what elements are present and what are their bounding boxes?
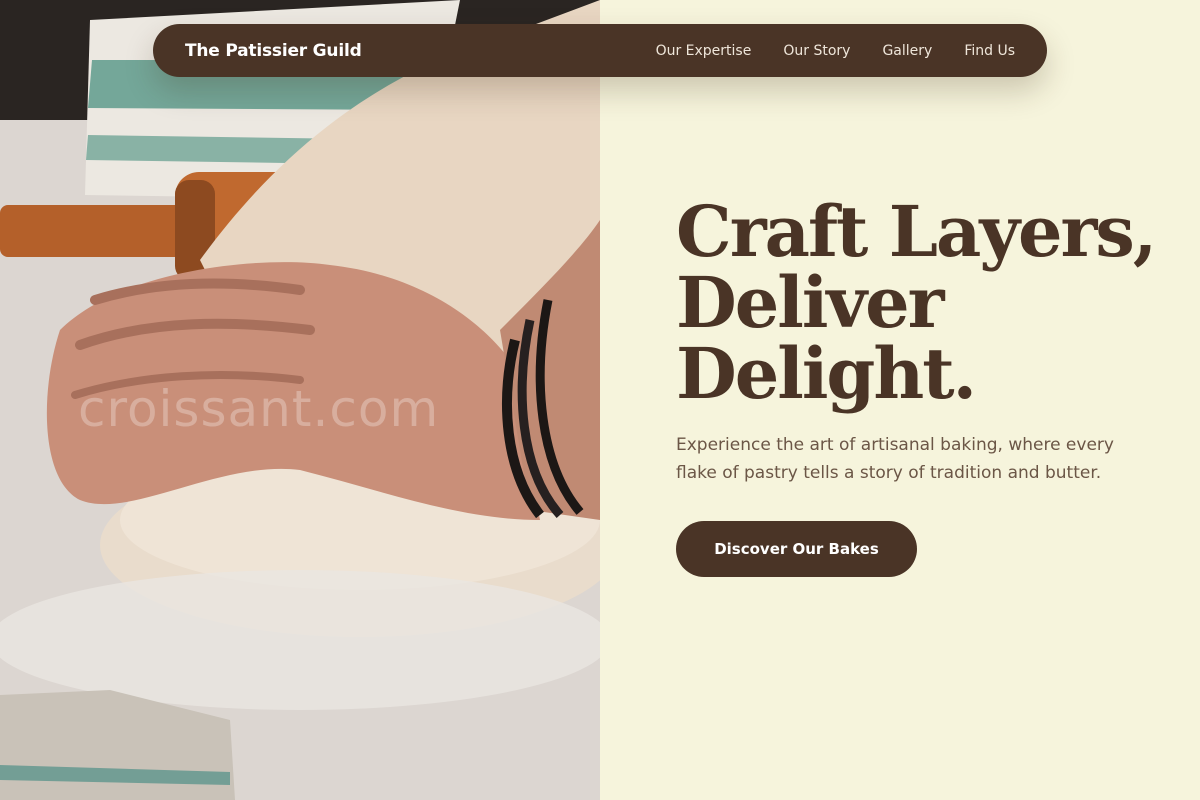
hero-title-line-1: Craft Layers, [676,190,1157,273]
hero-title-line-3: Delight. [676,332,977,415]
nav-link-find-us[interactable]: Find Us [964,43,1015,59]
nav-links: Our Expertise Our Story Gallery Find Us [656,43,1015,59]
discover-bakes-button[interactable]: Discover Our Bakes [676,521,917,577]
hero-photo: croissant.com [0,0,600,800]
brand-logo-text[interactable]: The Patissier Guild [185,41,362,61]
hero-subtitle: Experience the art of artisanal baking, … [676,435,1114,483]
nav-link-our-expertise[interactable]: Our Expertise [656,43,752,59]
top-navigation-bar: The Patissier Guild Our Expertise Our St… [153,24,1047,77]
nav-link-our-story[interactable]: Our Story [783,43,850,59]
nav-link-gallery[interactable]: Gallery [882,43,932,59]
hero-title-line-2: Deliver [676,261,945,344]
hero-title: Craft Layers, Deliver Delight. [676,190,1157,415]
photo-watermark: croissant.com [78,380,440,438]
hero-content: Craft Layers, Deliver Delight. Experienc… [676,190,1157,577]
